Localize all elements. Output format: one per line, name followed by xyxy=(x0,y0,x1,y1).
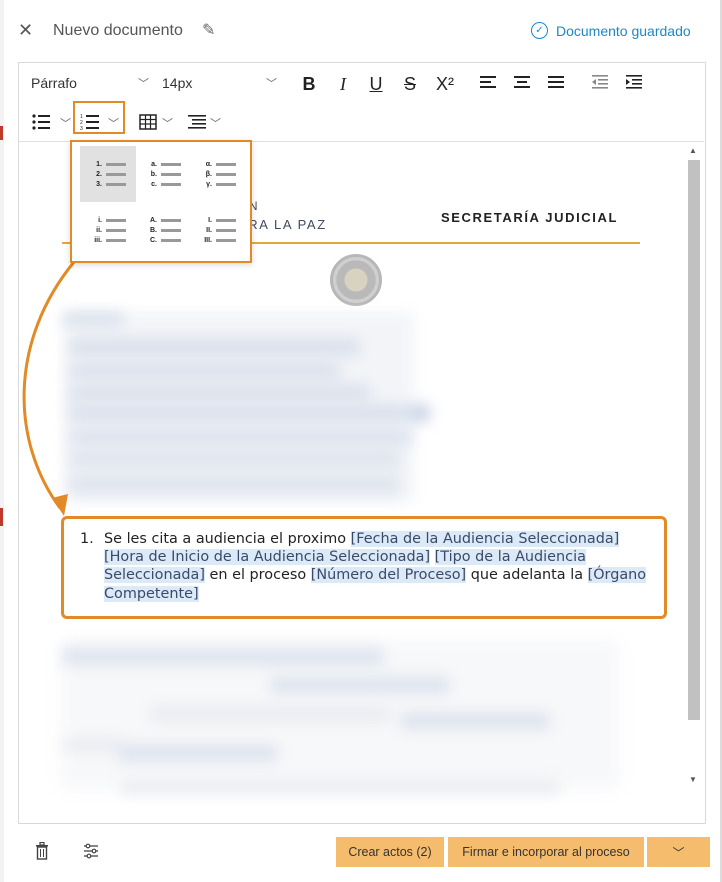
background-marker xyxy=(0,508,3,526)
outdent-icon[interactable] xyxy=(590,74,610,92)
line-spacing-icon[interactable] xyxy=(187,114,207,130)
placeholder-line xyxy=(216,229,236,232)
paragraph-style-value: Párrafo xyxy=(31,75,77,91)
placeholder-line xyxy=(161,163,181,166)
numbering-marker: 3. xyxy=(96,181,102,188)
numbering-marker: c. xyxy=(151,181,157,188)
numbering-style-option[interactable]: α. β. γ. xyxy=(190,146,246,202)
placeholder-line xyxy=(106,219,126,222)
bullet-list-icon[interactable] xyxy=(31,113,51,131)
align-left-icon[interactable] xyxy=(478,74,498,92)
paragraph-style-select[interactable]: Párrafo ﹀ xyxy=(31,75,149,91)
placeholder-line xyxy=(216,183,236,186)
underline-button[interactable]: U xyxy=(365,74,387,94)
blurred-text xyxy=(64,312,414,502)
chevron-down-icon: ﹀ xyxy=(138,78,149,90)
placeholder-line xyxy=(161,229,181,232)
align-center-icon[interactable] xyxy=(512,74,532,92)
placeholder-line xyxy=(106,239,126,242)
font-size-value: 14px xyxy=(162,75,193,91)
scroll-down-arrow[interactable]: ▼ xyxy=(689,775,697,784)
table-icon[interactable] xyxy=(139,114,157,130)
save-status-label: Documento guardado xyxy=(556,22,691,39)
placeholder-line xyxy=(106,173,126,176)
superscript-button[interactable]: X² xyxy=(432,74,458,94)
placeholder-line xyxy=(216,173,236,176)
save-status: ✓ Documento guardado xyxy=(531,22,691,39)
chevron-down-icon[interactable]: ﹀ xyxy=(108,115,119,131)
placeholder-line xyxy=(161,183,181,186)
background-marker xyxy=(0,126,3,140)
numbering-marker: A. xyxy=(150,217,157,224)
placeholder-line xyxy=(106,183,126,186)
numbering-style-option[interactable]: a. b. c. xyxy=(135,146,191,202)
bold-button[interactable]: B xyxy=(298,74,320,94)
scrollbar-thumb[interactable] xyxy=(688,160,700,720)
strikethrough-button[interactable]: S xyxy=(399,74,421,94)
colombia-seal-logo xyxy=(330,254,382,306)
numbering-style-menu: 1. 2. 3. a. b. c. α. β. γ. i. ii. iii. A. B. C. I. II. II… xyxy=(70,140,252,263)
placeholder-line xyxy=(106,163,126,166)
numbering-marker: III. xyxy=(204,237,212,244)
numbering-marker: B. xyxy=(150,227,157,234)
numbering-marker: i. xyxy=(98,217,102,224)
blurred-text xyxy=(60,640,620,790)
numbering-marker: α. xyxy=(205,161,212,168)
letterhead-department: SECRETARÍA JUDICIAL xyxy=(441,210,619,225)
numbering-style-option[interactable]: i. ii. iii. xyxy=(80,202,136,258)
italic-button[interactable]: I xyxy=(332,74,354,94)
numbering-style-option[interactable]: I. II. III. xyxy=(190,202,246,258)
chevron-down-icon: ﹀ xyxy=(266,78,277,90)
create-acts-button[interactable]: Crear actos (2) xyxy=(336,837,444,867)
settings-sliders-icon[interactable] xyxy=(83,843,99,859)
numbering-marker: a. xyxy=(151,161,157,168)
numbering-marker: 1. xyxy=(96,161,102,168)
placeholder-line xyxy=(106,229,126,232)
font-size-select[interactable]: 14px ﹀ xyxy=(162,75,277,91)
placeholder-line xyxy=(216,163,236,166)
numbering-style-option[interactable]: A. B. C. xyxy=(135,202,191,258)
chevron-down-icon: ﹀ xyxy=(672,845,685,860)
numbering-marker: iii. xyxy=(94,237,102,244)
scroll-up-arrow[interactable]: ▲ xyxy=(689,146,697,155)
placeholder-line xyxy=(216,239,236,242)
numbering-marker: β. xyxy=(205,171,212,178)
document-title[interactable]: Nuevo documento xyxy=(53,22,183,40)
placeholder-line xyxy=(161,219,181,222)
numbering-style-option[interactable]: 1. 2. 3. xyxy=(80,146,136,202)
numbering-marker: γ. xyxy=(206,181,212,188)
trash-icon[interactable] xyxy=(35,842,49,860)
list-highlight-callout xyxy=(61,516,667,619)
chevron-down-icon[interactable]: ﹀ xyxy=(60,115,71,131)
placeholder-line xyxy=(216,219,236,222)
numbered-list-icon[interactable]: 123 xyxy=(80,113,100,131)
close-icon[interactable]: ✕ xyxy=(18,20,33,41)
numbering-marker: C. xyxy=(150,237,157,244)
check-circle-icon: ✓ xyxy=(531,22,548,39)
placeholder-line xyxy=(161,173,181,176)
svg-text:3: 3 xyxy=(80,126,83,131)
numbering-marker: I. xyxy=(208,217,212,224)
sign-and-incorporate-button[interactable]: Firmar e incorporar al proceso xyxy=(448,837,644,867)
edit-title-pencil-icon[interactable]: ✎ xyxy=(202,20,215,40)
indent-icon[interactable] xyxy=(624,74,644,92)
numbering-marker: 2. xyxy=(96,171,102,178)
numbering-marker: II. xyxy=(206,227,212,234)
numbering-marker: ii. xyxy=(96,227,102,234)
align-justify-icon[interactable] xyxy=(546,74,566,92)
placeholder-line xyxy=(161,239,181,242)
more-actions-dropdown[interactable]: ﹀ xyxy=(647,837,710,867)
chevron-down-icon[interactable]: ﹀ xyxy=(162,115,173,131)
numbering-marker: b. xyxy=(150,171,157,178)
chevron-down-icon[interactable]: ﹀ xyxy=(210,115,221,131)
